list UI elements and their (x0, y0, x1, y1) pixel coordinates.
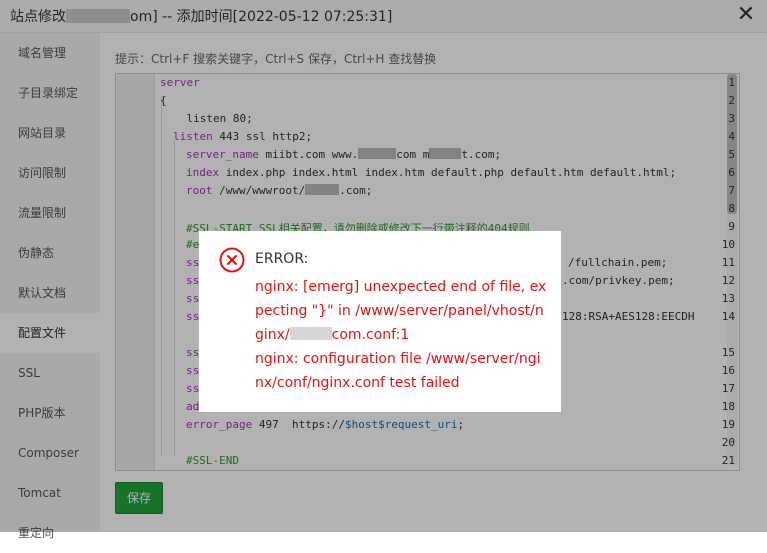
error-message-line1-tail: com.conf:1 (331, 327, 410, 343)
error-x-icon (219, 247, 245, 273)
error-dialog: ERROR: nginx: [emerg] unexpected end of … (199, 231, 561, 412)
error-title: ERROR: (255, 251, 309, 267)
redacted-domain (289, 327, 332, 340)
error-message: nginx: [emerg] unexpected end of file, e… (255, 275, 547, 395)
error-message-line2: nginx: configuration file /www/server/ng… (255, 351, 541, 391)
